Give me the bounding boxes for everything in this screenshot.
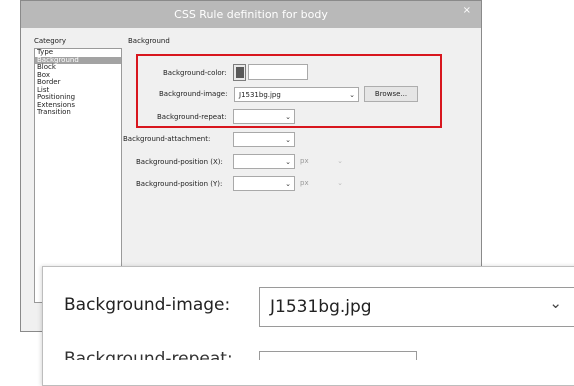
zoom-bg-image-value: J1531bg.jpg xyxy=(270,297,372,317)
bg-pos-x-unit-select[interactable]: px ⌄ xyxy=(297,154,345,169)
category-list[interactable]: Type Background Block Box Border List Po… xyxy=(34,48,122,303)
dialog-title: CSS Rule definition for body xyxy=(174,8,328,21)
bg-pos-x-unit: px xyxy=(300,157,309,165)
zoom-bg-repeat-label: Background-repeat: xyxy=(64,349,233,360)
category-label: Category xyxy=(34,37,66,45)
chevron-down-icon: ⌄ xyxy=(285,180,291,188)
chevron-down-icon: ⌄ xyxy=(337,179,343,187)
bg-pos-y-unit-select[interactable]: px ⌄ xyxy=(297,176,345,191)
category-item-transition[interactable]: Transition xyxy=(35,108,121,117)
close-icon[interactable]: × xyxy=(463,4,471,18)
bg-pos-x-select[interactable]: ⌄ xyxy=(233,154,295,169)
chevron-down-icon: ⌄ xyxy=(549,294,562,312)
bg-pos-y-unit: px xyxy=(300,179,309,187)
chevron-down-icon: ⌄ xyxy=(393,354,406,360)
bg-attachment-select[interactable]: ⌄ xyxy=(233,132,295,147)
bg-pos-y-label: Background-position (Y): xyxy=(136,180,223,188)
zoom-bg-repeat-select[interactable]: ⌄ xyxy=(259,351,417,360)
chevron-down-icon: ⌄ xyxy=(285,158,291,166)
bg-pos-x-label: Background-position (X): xyxy=(136,158,223,166)
highlight-box xyxy=(136,54,442,128)
zoom-cut-row: Background-repeat: ⌄ xyxy=(43,343,574,360)
zoom-bg-image-select[interactable]: J1531bg.jpg ⌄ xyxy=(259,287,574,327)
bg-pos-y-select[interactable]: ⌄ xyxy=(233,176,295,191)
bg-attachment-label: Background-attachment: xyxy=(123,135,211,143)
chevron-down-icon: ⌄ xyxy=(337,157,343,165)
zoom-callout: Background-image: J1531bg.jpg ⌄ Backgrou… xyxy=(42,266,574,386)
section-title: Background xyxy=(128,37,170,45)
zoom-bg-image-label: Background-image: xyxy=(64,295,231,315)
chevron-down-icon: ⌄ xyxy=(285,136,291,144)
